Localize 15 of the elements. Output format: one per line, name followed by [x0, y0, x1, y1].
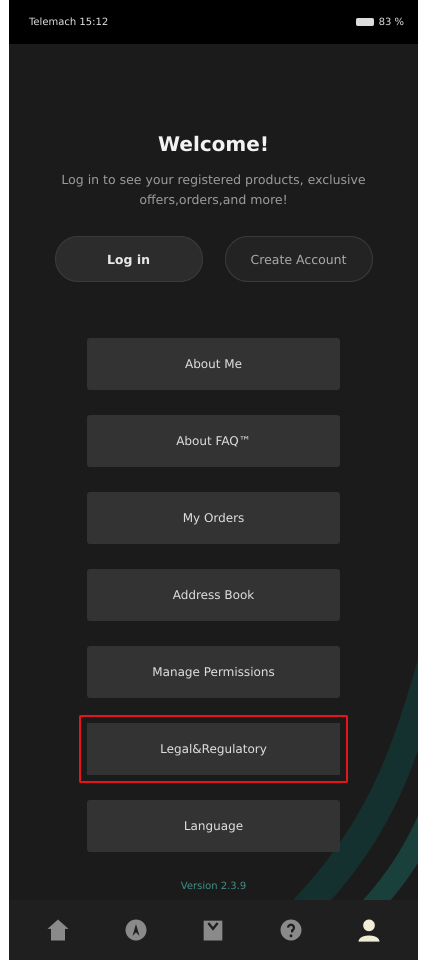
login-button[interactable]: Log in [54, 236, 202, 282]
menu-button[interactable]: My Orders [87, 492, 340, 544]
carrier-time: Telemach 15:12 [29, 16, 108, 28]
battery-level: 83 % [378, 16, 404, 28]
menu-button[interactable]: Legal&Regulatory [79, 715, 348, 783]
version-label: Version 2.3.9 [180, 881, 246, 892]
battery-icon [356, 18, 374, 26]
menu-button[interactable]: Language [87, 800, 340, 852]
menu-button[interactable]: About Me [87, 338, 340, 390]
welcome-subtitle: Log in to see your registered products, exclusive offers,orders,and more! [60, 171, 367, 209]
menu-button[interactable]: About FAQ™ [87, 415, 340, 467]
menu-button[interactable]: Manage Permissions [87, 646, 340, 698]
welcome-title: Welcome! [158, 132, 269, 156]
create-account-button[interactable]: Create Account [224, 236, 372, 282]
menu-button[interactable]: Address Book [87, 569, 340, 621]
